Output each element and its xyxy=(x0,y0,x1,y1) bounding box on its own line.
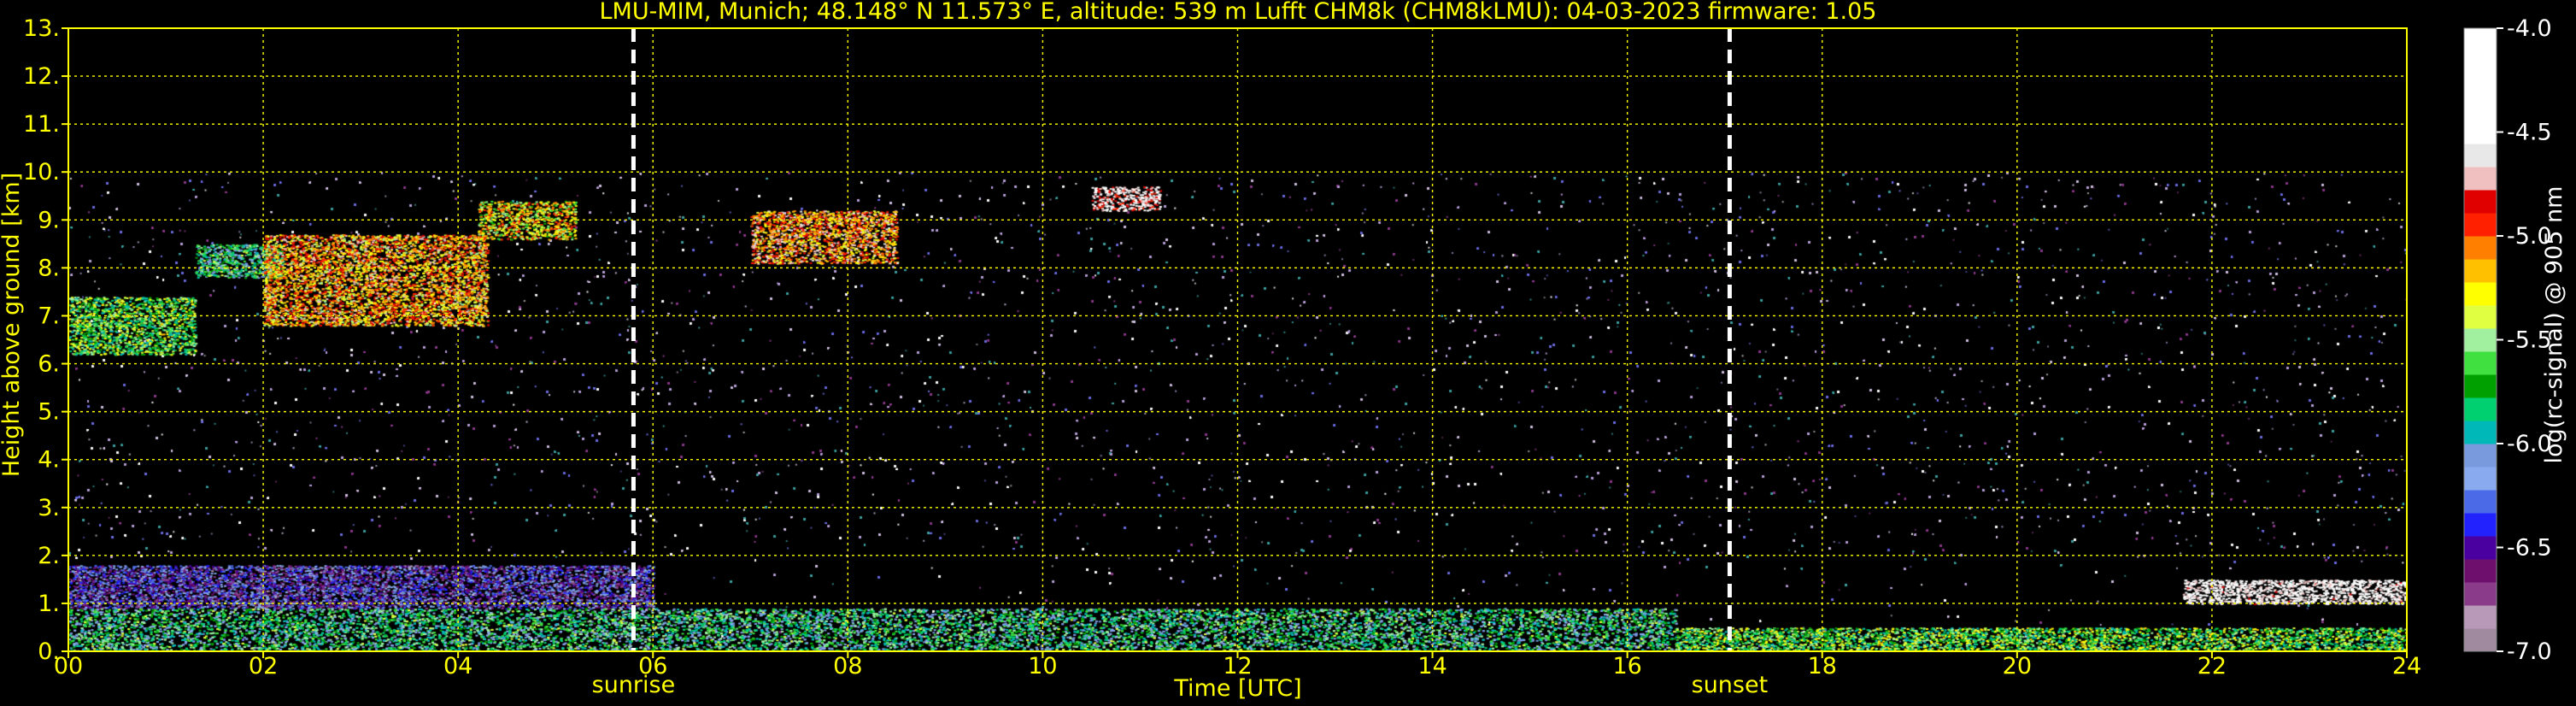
colorbar-swatch xyxy=(2464,582,2497,606)
colorbar-swatch xyxy=(2464,444,2497,468)
y-tick-label: 12. xyxy=(23,63,60,90)
colorbar-swatch xyxy=(2464,467,2497,491)
colorbar-swatch xyxy=(2464,121,2497,144)
event-label-sunset: sunset xyxy=(1692,672,1769,698)
colorbar-swatch xyxy=(2464,74,2497,98)
colorbar-swatch xyxy=(2464,97,2497,121)
x-tick-label: 20 xyxy=(2003,653,2032,680)
colorbar-swatch xyxy=(2464,167,2497,191)
y-axis-label: Height above ground [km] xyxy=(0,173,25,477)
x-tick-label: 16 xyxy=(1612,653,1641,680)
colorbar-swatch xyxy=(2464,397,2497,421)
x-tick-label: 08 xyxy=(833,653,862,680)
colorbar-swatch xyxy=(2464,559,2497,583)
y-tick-label: 8. xyxy=(38,255,60,281)
colorbar-swatch xyxy=(2464,259,2497,283)
x-tick-label: 02 xyxy=(249,653,278,680)
x-tick-label: 14 xyxy=(1417,653,1446,680)
colorbar-swatch xyxy=(2464,305,2497,329)
x-tick-label: 18 xyxy=(1808,653,1837,680)
colorbar-tick-label: -7.0 xyxy=(2507,638,2552,665)
x-tick-label: 22 xyxy=(2198,653,2227,680)
y-tick-label: 2. xyxy=(38,543,60,569)
x-tick-label: 24 xyxy=(2392,653,2421,680)
y-tick-label: 6. xyxy=(38,351,60,378)
colorbar-swatch xyxy=(2464,374,2497,398)
colorbar-swatch xyxy=(2464,28,2497,52)
y-tick-label: 9. xyxy=(38,207,60,233)
y-tick-label: 5. xyxy=(38,399,60,426)
x-tick-label: 10 xyxy=(1028,653,1057,680)
colorbar-swatch xyxy=(2464,536,2497,560)
chart-title: LMU-MIM, Munich; 48.148° N 11.573° E, al… xyxy=(600,0,1877,25)
colorbar-tick-label: -4.0 xyxy=(2507,15,2552,42)
colorbar-swatch xyxy=(2464,351,2497,375)
colorbar-tick-label: -4.5 xyxy=(2507,120,2552,146)
colorbar-swatch xyxy=(2464,628,2497,652)
colorbar-swatch xyxy=(2464,51,2497,75)
colorbar-swatch xyxy=(2464,421,2497,444)
colorbar-swatch xyxy=(2464,605,2497,629)
colorbar-swatch xyxy=(2464,513,2497,537)
ceilometer-chart: LMU-MIM, Munich; 48.148° N 11.573° E, al… xyxy=(0,0,2576,706)
colorbar-swatch xyxy=(2464,282,2497,306)
x-tick-label: 04 xyxy=(443,653,472,680)
colorbar-swatch xyxy=(2464,328,2497,352)
y-tick-label: 4. xyxy=(38,447,60,474)
x-tick-label: 00 xyxy=(54,653,83,680)
x-axis-label: Time [UTC] xyxy=(1173,675,1301,702)
colorbar-swatch xyxy=(2464,236,2497,260)
colorbar-swatch xyxy=(2464,490,2497,514)
y-tick-label: 13. xyxy=(23,15,60,42)
y-tick-label: 1. xyxy=(38,591,60,617)
x-tick-label: 06 xyxy=(638,653,667,680)
colorbar-swatch xyxy=(2464,144,2497,168)
y-tick-label: 11. xyxy=(23,111,60,138)
colorbar-swatch xyxy=(2464,190,2497,214)
colorbar-label: log(rc-signal) @ 905 nm xyxy=(2541,186,2567,464)
y-tick-label: 3. xyxy=(38,495,60,521)
y-tick-label: 10. xyxy=(23,159,60,185)
colorbar-swatch xyxy=(2464,213,2497,237)
colorbar-tick-label: -6.5 xyxy=(2507,535,2552,562)
y-tick-label: 7. xyxy=(38,303,60,329)
